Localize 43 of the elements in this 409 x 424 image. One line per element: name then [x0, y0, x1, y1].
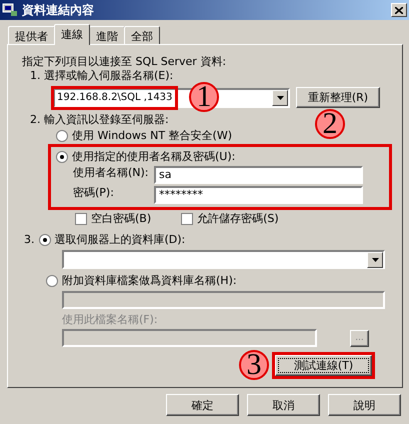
tab[interactable]: 全部: [124, 26, 160, 44]
window-title: 資料連結內容: [22, 2, 95, 18]
intro-text: 指定下列項目以連接至 SQL Server 資料:: [22, 55, 226, 69]
computer-icon: [2, 3, 18, 17]
checkbox-label: 允許儲存密碼(S): [197, 212, 279, 226]
username-label: 使用者名稱(N):: [72, 166, 150, 180]
radio-label: 附加資料庫檔案做爲資料庫名稱(H):: [62, 274, 237, 288]
caret-icon: [372, 258, 378, 262]
step-badge: 2: [315, 109, 345, 139]
refresh-button[interactable]: 重新整理(R): [296, 87, 380, 108]
tab[interactable]: 進階: [89, 26, 125, 44]
test-connection-button[interactable]: 測試連線(T): [275, 354, 372, 376]
dropdown-button[interactable]: [367, 252, 383, 268]
close-button[interactable]: [391, 3, 407, 17]
database-combo[interactable]: [62, 250, 385, 269]
dialog-button[interactable]: 說明: [328, 394, 401, 416]
step-badge: 1: [189, 82, 219, 112]
file-name-field[interactable]: [62, 329, 317, 347]
password-field[interactable]: ********: [154, 186, 363, 204]
dropdown-button[interactable]: [272, 90, 288, 106]
step-number: 3.: [24, 233, 34, 247]
dialog-button[interactable]: 確定: [166, 394, 239, 416]
radio-button[interactable]: [46, 275, 58, 287]
radio-button[interactable]: [38, 234, 50, 246]
tab[interactable]: 提供者: [8, 26, 55, 44]
caret-icon: [276, 96, 284, 100]
checkbox[interactable]: [181, 213, 194, 225]
radio-label: 使用 Windows NT 整合安全(W): [72, 129, 232, 143]
checkbox[interactable]: [75, 213, 87, 225]
checkbox-label: 空白密碼(B): [91, 212, 152, 226]
radio-button[interactable]: [56, 151, 68, 163]
radio-label: 使用指定的使用者名稱及密碼(U):: [72, 150, 236, 164]
radio-button[interactable]: [56, 130, 68, 142]
close-icon: [395, 6, 403, 14]
tab[interactable]: 連線: [54, 24, 90, 45]
dialog-button[interactable]: 取消: [247, 394, 320, 416]
step-badge: 3: [239, 350, 269, 380]
username-field[interactable]: sa: [154, 166, 363, 184]
server-label: 1. 選擇或輸入伺服器名稱(E):: [30, 69, 174, 83]
file-name-label: 使用此檔案名稱(F):: [62, 313, 158, 327]
password-label: 密碼(P):: [72, 186, 115, 200]
radio-label: 選取伺服器上的資料庫(D):: [54, 233, 186, 247]
login-label: 2. 輸入資訊以登錄至伺服器:: [30, 113, 169, 127]
